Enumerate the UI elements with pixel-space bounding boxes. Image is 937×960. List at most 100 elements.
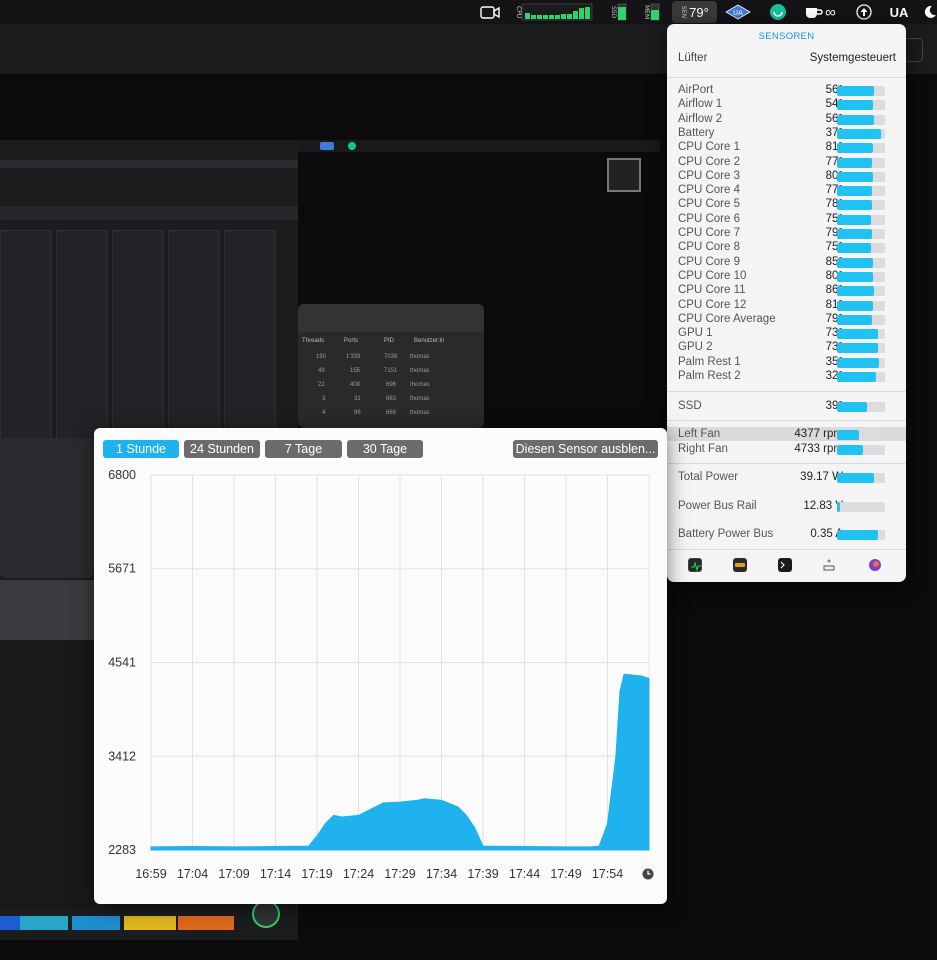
sensor-level-fill	[837, 86, 875, 96]
sensor-level-fill	[837, 314, 873, 325]
x-tick-label: 17:34	[426, 867, 457, 881]
power-row[interactable]: Power Bus Rail 12.83 V	[678, 500, 896, 514]
sensor-level-fill	[837, 300, 873, 311]
temperature-row[interactable]: CPU Core 4 77°	[678, 184, 896, 198]
sensor-level-fill	[837, 114, 875, 125]
temperature-row[interactable]: AirPort 56°	[678, 84, 896, 98]
fan-row[interactable]: Left Fan 4377 rpm	[678, 428, 896, 442]
grammarly-icon[interactable]	[767, 0, 789, 24]
temperature-row[interactable]: Palm Rest 2 32°	[678, 370, 896, 384]
y-tick-label: 6800	[108, 468, 136, 482]
sensor-level-fill	[837, 171, 873, 182]
sensor-label: CPU Core Average	[678, 312, 776, 325]
temperature-row[interactable]: CPU Core 10 80°	[678, 270, 896, 284]
sensor-level-bar	[837, 229, 885, 239]
upload-icon[interactable]	[853, 0, 875, 24]
sensor-level-bar	[837, 530, 885, 541]
divider	[667, 463, 906, 464]
ssd-bar-icon	[617, 3, 627, 21]
sen-label: SEN	[680, 5, 688, 19]
sensor-label: GPU 2	[678, 341, 713, 354]
sensor-level-fill	[837, 214, 871, 225]
activity-monitor-icon[interactable]	[688, 558, 702, 572]
temperature-row[interactable]: CPU Core 6 75°	[678, 213, 896, 227]
temperature-row[interactable]: CPU Core 11 86°	[678, 284, 896, 298]
temperature-row[interactable]: CPU Core 12 81°	[678, 299, 896, 313]
divider	[667, 420, 906, 421]
sensor-value: 4733 rpm	[794, 443, 843, 455]
y-tick-label: 2283	[108, 843, 136, 857]
sensor-level-fill	[837, 186, 872, 197]
ssd-row[interactable]: SSD 39°	[678, 400, 896, 414]
x-tick-label: 17:39	[467, 867, 498, 881]
ssd-menu-item[interactable]: SSD	[606, 0, 632, 24]
temperature-row[interactable]: CPU Core 2 77°	[678, 156, 896, 170]
sensor-label: CPU Core 5	[678, 198, 740, 211]
y-tick-label: 3412	[108, 749, 136, 763]
sensor-label: AirPort	[678, 84, 714, 96]
popup-title: SENSOREN	[758, 31, 815, 42]
sensor-label: SSD	[678, 400, 702, 412]
sensor-label: CPU Core 3	[678, 169, 740, 182]
menubar: CPU SSD MEM SEN 79° UA ∞ UA	[0, 0, 937, 24]
color-app-icon[interactable]	[868, 558, 882, 572]
svg-text:UA: UA	[733, 9, 743, 17]
sensor-level-fill	[837, 271, 873, 282]
thermal-monitor-icon[interactable]	[822, 558, 836, 572]
terminal-icon[interactable]	[778, 558, 792, 572]
sensor-label: Palm Rest 2	[678, 370, 741, 382]
mem-menu-item[interactable]: MEM	[639, 0, 665, 24]
temperature-row[interactable]: Battery 37°	[678, 127, 896, 141]
facetime-camera-icon[interactable]	[479, 0, 501, 24]
sensor-level-bar	[837, 372, 885, 382]
sensor-level-bar	[837, 357, 885, 368]
infinity-label: ∞	[825, 3, 836, 21]
sensor-level-fill	[837, 343, 878, 354]
sensor-level-fill	[837, 143, 873, 154]
sensor-label: Airflow 1	[678, 98, 723, 111]
fan-row[interactable]: Right Fan 4733 rpm	[678, 443, 896, 457]
temperature-row[interactable]: CPU Core 9 85°	[678, 256, 896, 270]
power-row[interactable]: Total Power 39.17 W	[678, 471, 896, 485]
temperature-row[interactable]: Palm Rest 1 35°	[678, 356, 896, 370]
sensor-label: Left Fan	[678, 428, 721, 440]
sensor-level-bar	[837, 143, 885, 154]
sensor-level-fill	[837, 445, 864, 455]
x-tick-label: 17:09	[218, 867, 249, 881]
temperature-row[interactable]: CPU Core 3 80°	[678, 170, 896, 184]
temperature-row[interactable]: CPU Core 5 78°	[678, 198, 896, 212]
temperature-row[interactable]: GPU 1 73°	[678, 327, 896, 341]
sensor-label: Power Bus Rail	[678, 499, 757, 512]
amphetamine-icon[interactable]: ∞	[800, 0, 840, 24]
cpu-graph-icon	[521, 3, 593, 21]
y-tick-label: 4541	[108, 656, 136, 670]
power-row[interactable]: Battery Power Bus 0.35 A	[678, 528, 896, 542]
sensors-menu-item[interactable]: SEN 79°	[672, 1, 717, 23]
sensor-level-fill	[837, 473, 875, 483]
fan-mode-row[interactable]: Lüfter Systemgesteuert	[678, 52, 896, 70]
sensor-label: CPU Core 4	[678, 184, 740, 197]
sensor-level-fill	[837, 430, 859, 440]
istat-menus-icon[interactable]	[733, 558, 747, 572]
moon-icon[interactable]	[922, 0, 937, 24]
screenshot-thumbnail	[607, 158, 641, 192]
input-source-label[interactable]: UA	[884, 0, 914, 24]
sensor-level-bar	[837, 186, 885, 197]
sensor-label: CPU Core 12	[678, 298, 747, 311]
temperature-row[interactable]: CPU Core 1 81°	[678, 141, 896, 155]
temperature-row[interactable]: Airflow 2 56°	[678, 113, 896, 127]
cpu-menu-item[interactable]: CPU	[512, 0, 596, 24]
temperature-row[interactable]: Airflow 1 54°	[678, 98, 896, 112]
sensor-level-fill	[837, 402, 867, 412]
temperature-row[interactable]: CPU Core 8 75°	[678, 241, 896, 255]
x-tick-label: 17:44	[509, 867, 540, 881]
universal-audio-icon[interactable]: UA	[724, 0, 752, 24]
sensor-level-bar	[837, 271, 885, 282]
temperature-row[interactable]: CPU Core 7 79°	[678, 227, 896, 241]
temperature-row[interactable]: CPU Core Average 79°	[678, 313, 896, 327]
sensor-label: Battery Power Bus	[678, 528, 774, 541]
temperature-row[interactable]: GPU 2 73°	[678, 341, 896, 355]
fan-mode-value[interactable]: Systemgesteuert	[810, 52, 896, 64]
sensor-history-window: 1 Stunde 24 Stunden 7 Tage 30 Tage Diese…	[94, 428, 667, 904]
sensor-level-bar	[837, 501, 885, 512]
